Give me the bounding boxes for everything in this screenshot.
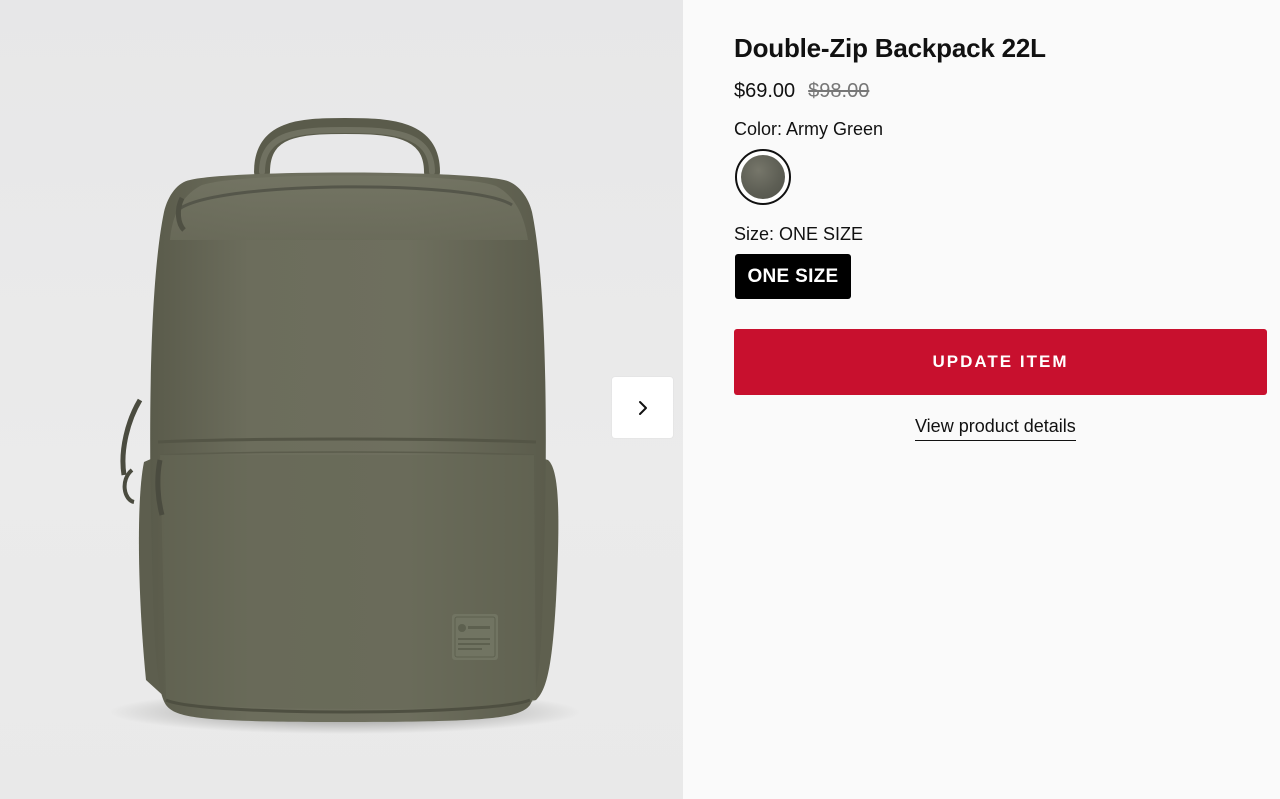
update-item-button[interactable]: UPDATE ITEM [734, 329, 1267, 395]
color-swatch-army-green[interactable] [735, 149, 791, 205]
size-option-one-size[interactable]: ONE SIZE [735, 254, 851, 299]
view-product-details-link[interactable]: View product details [915, 416, 1076, 441]
size-label: Size: ONE SIZE [734, 224, 864, 244]
product-quick-view: Double-Zip Backpack 22L $69.00 $98.00 Co… [0, 0, 1280, 799]
chevron-right-icon [638, 400, 647, 415]
next-image-button[interactable] [612, 377, 673, 438]
original-price: $98.00 [808, 80, 870, 102]
product-image-gallery [0, 0, 683, 799]
backpack-image [110, 117, 580, 734]
product-title: Double-Zip Backpack 22L [734, 33, 1046, 63]
product-details-panel: Double-Zip Backpack 22L $69.00 $98.00 Co… [683, 0, 1280, 799]
swatch-color-dot [741, 155, 785, 199]
sale-price: $69.00 [734, 80, 796, 102]
price-row: $69.00 $98.00 [734, 80, 869, 103]
color-label: Color: Army Green [734, 119, 884, 139]
